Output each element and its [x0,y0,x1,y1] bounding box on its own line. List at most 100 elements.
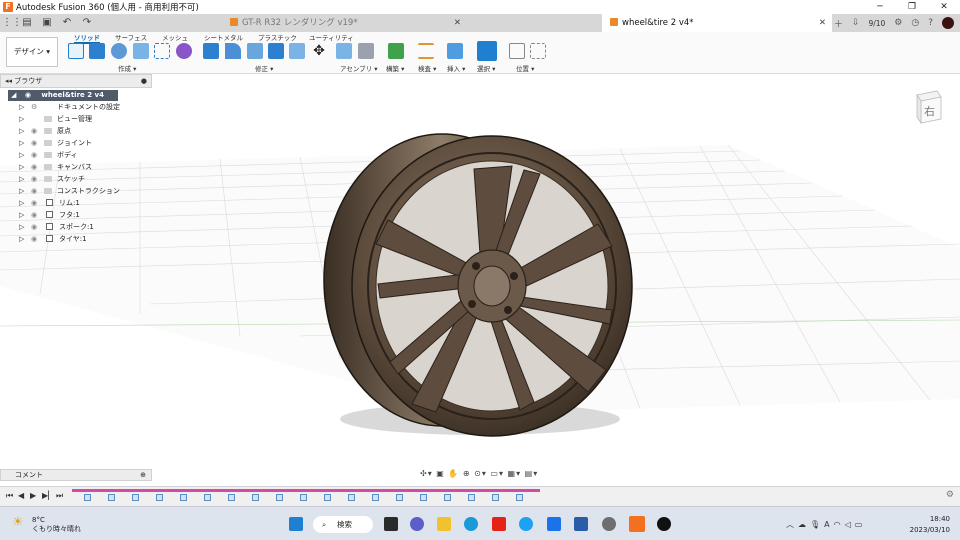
youtube-icon[interactable] [492,517,506,531]
maximize-icon[interactable]: ❐ [896,0,928,14]
chat-icon[interactable] [410,517,424,531]
visibility-icon[interactable]: ◉ [31,161,37,173]
timeline-feature[interactable] [108,494,115,501]
look-at-icon[interactable]: ▣ [436,469,445,478]
group-inspect[interactable]: 検査 ▾ [418,63,436,73]
onedrive-icon[interactable]: ☁ [798,520,810,529]
add-comment-icon[interactable]: ⊕ [140,470,146,480]
help-icon[interactable]: ? [928,18,933,28]
extensions-icon[interactable]: ⚙ [894,18,902,28]
pattern-icon[interactable] [154,43,170,59]
notifications-icon[interactable]: ◷ [911,18,919,28]
chevron-up-icon[interactable]: ︿ [786,520,798,529]
expand-arrow-icon[interactable]: ▷ [19,173,24,185]
revert-position-icon[interactable] [530,43,546,59]
group-insert[interactable]: 挿入 ▾ [447,63,465,73]
move-icon[interactable]: ✥ [311,43,327,59]
play-icon[interactable]: ▶ [30,491,36,500]
group-select[interactable]: 選択 ▾ [477,63,495,73]
expand-arrow-icon[interactable]: ▷ [19,161,24,173]
expand-icon[interactable]: ◢ [11,91,16,99]
collapse-icon[interactable]: ◂◂ [5,77,12,85]
hole-icon[interactable] [133,43,149,59]
github-icon[interactable] [657,517,671,531]
app-grid-icon[interactable]: ⋮⋮ [2,14,22,32]
settings-icon[interactable] [602,517,616,531]
timeline-feature[interactable] [444,494,451,501]
timeline-feature[interactable] [156,494,163,501]
taskbar-search[interactable]: ⌕ 検索 [313,516,373,533]
timeline-feature[interactable] [396,494,403,501]
timeline-feature[interactable] [300,494,307,501]
expand-arrow-icon[interactable]: ▷ [19,185,24,197]
expand-arrow-icon[interactable]: ▷ [19,137,24,149]
timeline-feature[interactable] [180,494,187,501]
go-to-end-icon[interactable]: ⏭ [56,491,63,501]
create-sketch-icon[interactable] [68,43,84,59]
pin-icon[interactable]: ● [141,75,147,87]
store-icon[interactable] [574,517,588,531]
timeline-settings-icon[interactable]: ⚙ [946,490,954,500]
file-explorer-icon[interactable] [437,517,451,531]
save-icon[interactable]: ▣ [40,14,54,32]
new-component-icon[interactable] [336,43,352,59]
battery-icon[interactable]: ▭ [855,520,867,529]
capture-position-icon[interactable] [509,43,525,59]
timeline-feature[interactable] [228,494,235,501]
avatar[interactable] [942,17,954,29]
timeline-feature[interactable] [372,494,379,501]
visibility-icon[interactable]: ◉ [31,233,37,245]
3d-viewport[interactable] [0,74,960,486]
grid-settings-icon[interactable]: ▦▾ [508,469,522,478]
select-icon[interactable] [477,41,497,61]
zoom-icon[interactable]: ⊕ [463,469,471,478]
chamfer-icon[interactable] [247,43,263,59]
group-assemble[interactable]: アセンブリ ▾ [340,63,378,73]
microphone-icon[interactable]: 🎙 [810,520,824,529]
timeline-feature[interactable] [324,494,331,501]
comments-panel[interactable]: コメント ⊕ [0,469,152,481]
tab-plastic[interactable]: プラスチック [258,32,297,42]
tab-utilities[interactable]: ユーティリティ [309,32,354,42]
job-status-icon[interactable]: ⇩ [852,18,860,28]
wifi-icon[interactable]: ◠ [834,520,845,529]
browser-root[interactable]: ◢ ◉ wheel&tire 2 v4 [8,90,118,101]
close-icon[interactable]: ✕ [928,0,960,14]
group-construct[interactable]: 構築 ▾ [386,63,404,73]
form-icon[interactable] [176,43,192,59]
timeline-feature[interactable] [252,494,259,501]
joint-icon[interactable] [358,43,374,59]
expand-arrow-icon[interactable]: ▷ [19,221,24,233]
workspace-switcher[interactable]: デザイン ▾ [6,37,58,67]
visibility-icon[interactable]: ◉ [31,197,37,209]
orbit-icon[interactable]: ✣▾ [420,469,433,478]
expand-arrow-icon[interactable]: ▷ [19,209,24,221]
group-create[interactable]: 作成 ▾ [118,63,136,73]
new-tab-icon[interactable]: ＋ [834,17,843,30]
tab-sheet-metal[interactable]: シートメタル [204,32,243,42]
viewports-icon[interactable]: ▤▾ [525,469,539,478]
timeline-feature[interactable] [204,494,211,501]
visibility-icon[interactable]: ◉ [25,91,31,99]
start-icon[interactable] [289,517,303,531]
edge-icon[interactable] [464,517,478,531]
timeline-feature[interactable] [516,494,523,501]
tab-gtr-r32[interactable]: GT-R R32 レンダリング v19* ✕ [222,14,467,32]
measure-icon[interactable] [418,43,434,59]
minimize-icon[interactable]: ─ [864,0,896,14]
visibility-icon[interactable]: ◉ [31,137,37,149]
clock[interactable]: 18:40 2023/03/10 [905,514,950,536]
view-cube[interactable]: 右 [911,89,943,127]
tab-close-icon[interactable]: ✕ [454,14,461,32]
timeline-feature[interactable] [420,494,427,501]
pan-icon[interactable]: ✋ [448,469,459,478]
timeline-feature[interactable] [84,494,91,501]
group-modify[interactable]: 修正 ▾ [255,63,273,73]
timeline-feature[interactable] [492,494,499,501]
twitter-icon[interactable] [519,517,533,531]
expand-arrow-icon[interactable]: ▷ [19,125,24,137]
input-method-icon[interactable]: A [824,520,833,529]
wheel-model[interactable] [323,133,561,427]
combine-icon[interactable] [289,43,305,59]
insert-image-icon[interactable] [447,43,463,59]
